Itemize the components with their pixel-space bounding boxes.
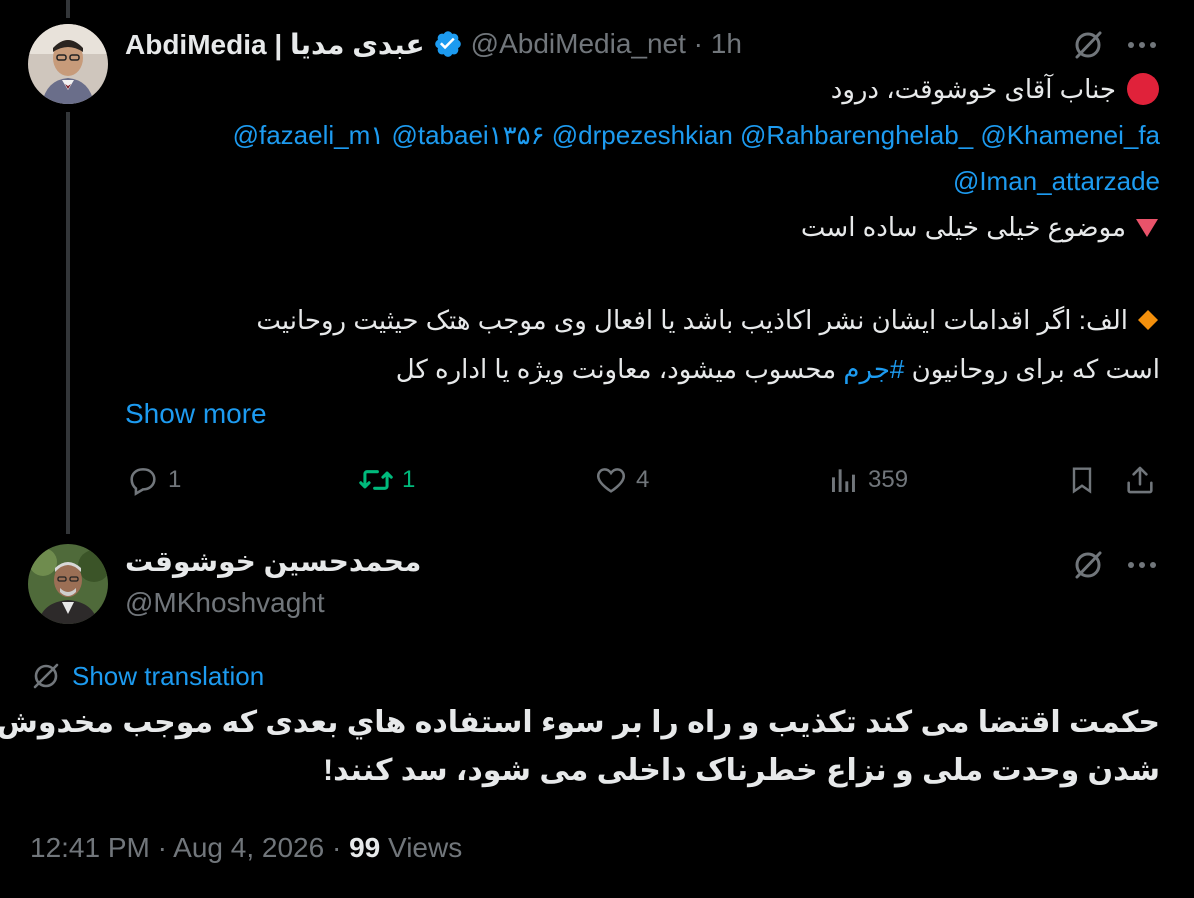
more-icon[interactable] xyxy=(1124,551,1160,579)
timestamp[interactable]: 12:41 PM · Aug 4, 2026 · xyxy=(30,832,341,863)
red-circle-emoji xyxy=(1126,72,1160,106)
retweet-count: 1 xyxy=(402,466,416,493)
hashtag-link[interactable]: #جرم xyxy=(843,354,904,384)
reply-text-line-1: حکمت اقتضا می کند تکذیب و راه را بر سوء … xyxy=(0,706,1160,739)
reply-icon xyxy=(126,463,160,497)
bookmark-icon xyxy=(1066,463,1098,497)
avatar[interactable] xyxy=(28,24,108,104)
thread-connector-top xyxy=(66,0,70,18)
mentions-line-2[interactable]: @Iman_attarzade xyxy=(953,158,1160,204)
views-count: 359 xyxy=(868,466,909,493)
handle[interactable]: @MKhoshvaght xyxy=(125,585,325,621)
bookmark-button[interactable] xyxy=(1062,460,1102,500)
reply-button[interactable]: 1 xyxy=(126,460,181,500)
handle-and-time[interactable]: @AbdiMedia_net · 1h xyxy=(471,28,742,60)
reply-text-line-2: شدن وحدت ملی و نزاع خطرناک داخلی می شود،… xyxy=(323,754,1160,787)
orange-diamond-emoji xyxy=(1136,308,1160,332)
mentions-line-1[interactable]: @fazaeli_m۱ @tabaei۱۳۵۶ @drpezeshkian @R… xyxy=(233,112,1160,158)
retweet-icon xyxy=(358,463,394,497)
views-button[interactable]: 359 xyxy=(828,460,908,500)
tweet-meta: 12:41 PM · Aug 4, 2026 · 99 Views xyxy=(30,828,462,868)
topic-text: موضوع خیلی خیلی ساده است xyxy=(800,212,1126,242)
like-count: 4 xyxy=(636,466,650,493)
share-icon xyxy=(1123,463,1157,497)
more-icon[interactable] xyxy=(1124,31,1160,59)
greeting-text: جناب آقای خوشوقت، درود xyxy=(830,74,1116,104)
para-line-2-pre: است که برای روحانیون xyxy=(911,354,1160,384)
views-label: Views xyxy=(388,832,463,863)
views-icon xyxy=(828,464,860,496)
translate-icon xyxy=(30,660,62,692)
avatar[interactable] xyxy=(28,544,108,624)
para-line-2-post: محسوب میشود، معاونت ویژه یا اداره کل xyxy=(395,354,837,384)
show-more-link[interactable]: Show more xyxy=(125,394,267,434)
tweet1-line-topic: موضوع خیلی خیلی ساده است xyxy=(120,204,1160,250)
avatar-image xyxy=(28,24,108,104)
tweet1-header: AbdiMedia | عبدی مدیا @AbdiMedia_net · 1… xyxy=(125,26,742,62)
avatar-image xyxy=(28,544,108,624)
views-number: 99 xyxy=(349,832,381,863)
tweet1-line-greeting: جناب آقای خوشوقت، درود xyxy=(120,66,1160,112)
retweet-button[interactable]: 1 xyxy=(358,460,415,500)
share-button[interactable] xyxy=(1120,460,1160,500)
grok-icon[interactable] xyxy=(1070,27,1106,63)
show-translation-button[interactable]: Show translation xyxy=(30,658,264,694)
display-name[interactable]: AbdiMedia | عبدی مدیا xyxy=(125,28,425,61)
display-name[interactable]: محمدحسین خوشوقت xyxy=(125,544,421,580)
tweet1-para-line-2: است که برای روحانیون #جرم محسوب میشود، م… xyxy=(120,346,1160,392)
para-line-1-text: الف: اگر اقدامات ایشان نشر اکاذیب باشد ی… xyxy=(256,305,1128,335)
grok-icon[interactable] xyxy=(1070,547,1106,583)
show-translation-label: Show translation xyxy=(72,660,265,691)
verified-badge-icon[interactable] xyxy=(433,29,463,59)
tweet1-para-line-1: الف: اگر اقدامات ایشان نشر اکاذیب باشد ی… xyxy=(120,297,1160,343)
like-icon xyxy=(594,463,628,497)
reply-count: 1 xyxy=(168,466,182,493)
thread-connector xyxy=(66,112,70,534)
like-button[interactable]: 4 xyxy=(594,460,649,500)
red-triangle-emoji xyxy=(1134,214,1160,240)
